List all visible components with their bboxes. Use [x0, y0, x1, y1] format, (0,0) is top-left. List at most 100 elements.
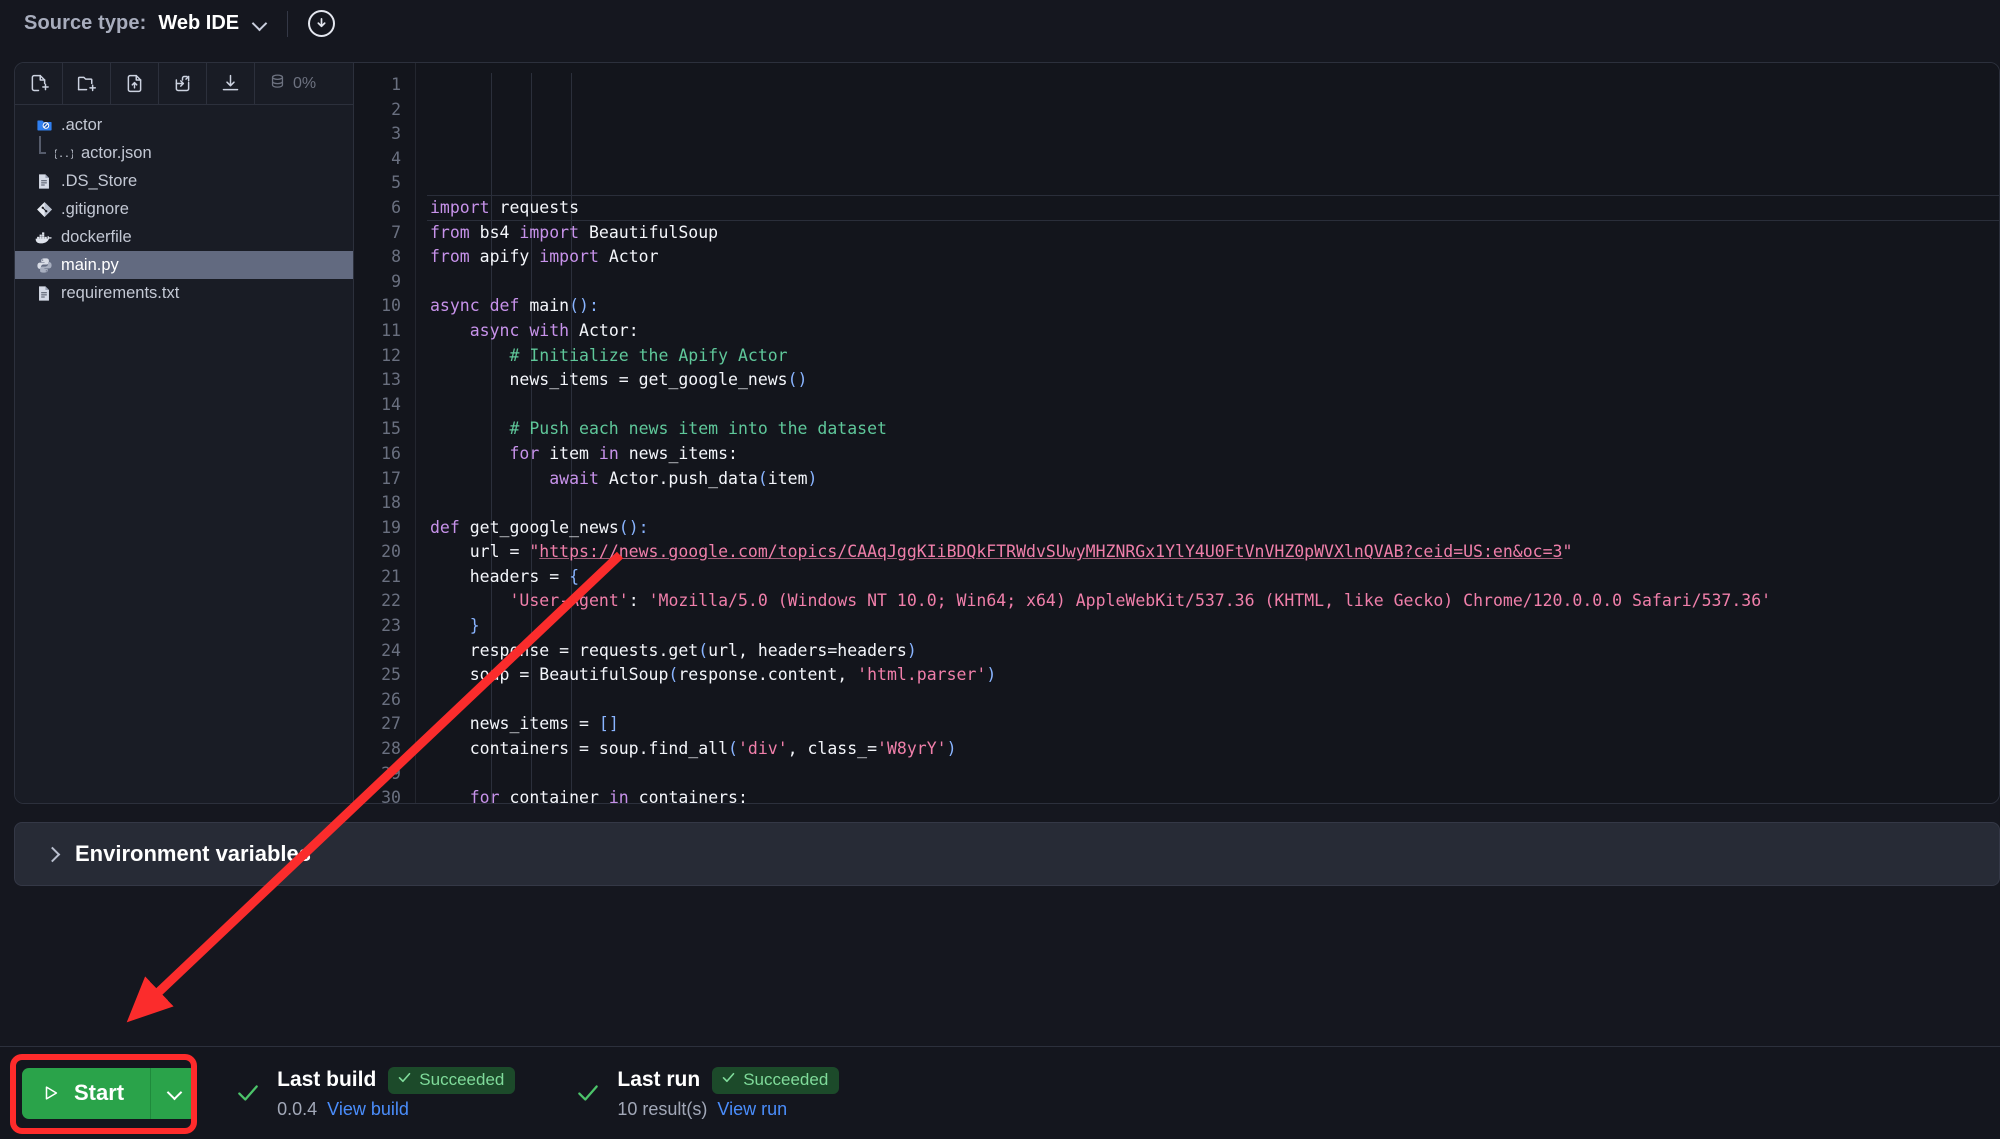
- line-number: 19: [381, 517, 401, 537]
- line-number: 24: [381, 640, 401, 660]
- view-build-link[interactable]: View build: [327, 1099, 409, 1120]
- code-content[interactable]: import requests from bs4 import Beautiful…: [416, 63, 1999, 803]
- code-token: (: [728, 739, 738, 759]
- start-options-button[interactable]: [151, 1067, 198, 1119]
- code-line[interactable]: from apify import Actor: [430, 245, 1999, 270]
- environment-variables-section[interactable]: Environment variables: [14, 822, 2000, 886]
- code-token: import: [519, 222, 580, 242]
- check-icon: [235, 1080, 261, 1106]
- file-tree-item-requirements-txt[interactable]: requirements.txt: [15, 279, 353, 307]
- code-line[interactable]: # Push each news item into the dataset: [430, 417, 1999, 442]
- start-button[interactable]: Start: [22, 1067, 152, 1119]
- code-token: 'Mozilla/5.0 (Windows NT 10.0; Win64; x6…: [648, 591, 1772, 611]
- code-token: https://news.google.com/topics/CAAqJggKI…: [539, 542, 1563, 562]
- code-line[interactable]: def get_google_news():: [430, 516, 1999, 541]
- line-number: 14: [381, 394, 401, 414]
- code-line[interactable]: [430, 688, 1999, 713]
- line-number: 20: [381, 542, 401, 562]
- code-line[interactable]: news_items = get_google_news(): [430, 368, 1999, 393]
- code-line[interactable]: [430, 491, 1999, 516]
- code-line[interactable]: from bs4 import BeautifulSoup: [430, 221, 1999, 246]
- line-number: 4: [391, 148, 401, 168]
- file-tree-item-ds-store[interactable]: .DS_Store: [15, 167, 353, 195]
- code-token: soup = BeautifulSoup: [430, 665, 669, 685]
- code-line[interactable]: containers = soup.find_all('div', class_…: [430, 737, 1999, 762]
- file-tree-item-main-py[interactable]: main.py: [15, 251, 353, 279]
- code-token: url =: [430, 542, 530, 562]
- code-token: :: [628, 591, 649, 611]
- file-tree-item-label: .actor: [61, 115, 103, 134]
- code-line[interactable]: await Actor.push_data(item): [430, 467, 1999, 492]
- download-all-button[interactable]: [207, 63, 255, 104]
- line-number: 1: [391, 75, 401, 94]
- chevron-down-icon[interactable]: [253, 17, 267, 31]
- line-number: 12: [381, 345, 401, 365]
- file-tree-item-label: main.py: [61, 255, 119, 274]
- source-type-value[interactable]: Web IDE: [158, 12, 239, 35]
- code-token: ): [807, 468, 818, 488]
- new-folder-button[interactable]: [63, 63, 111, 104]
- line-number: 30: [381, 788, 401, 803]
- code-line[interactable]: [430, 762, 1999, 787]
- python-icon: [35, 256, 53, 274]
- code-token: # Push each news item into the dataset: [430, 419, 887, 439]
- file-tree: .actor {..} actor.json .DS_Store: [15, 105, 353, 803]
- code-token: {: [569, 566, 580, 586]
- code-line[interactable]: for item in news_items:: [430, 442, 1999, 467]
- code-token: Actor: [598, 247, 659, 267]
- line-number: 21: [381, 566, 401, 586]
- code-line[interactable]: soup = BeautifulSoup(response.content, '…: [430, 663, 1999, 688]
- code-line[interactable]: }: [430, 614, 1999, 639]
- check-icon: [397, 1070, 412, 1090]
- code-line[interactable]: for container in containers:: [430, 786, 1999, 803]
- code-token: import: [539, 247, 599, 267]
- code-token: response = requests.get: [430, 640, 699, 660]
- code-line[interactable]: url = "https://news.google.com/topics/CA…: [430, 540, 1999, 565]
- code-line[interactable]: news_items = []: [430, 712, 1999, 737]
- code-token: (: [757, 468, 768, 488]
- upload-file-button[interactable]: [111, 63, 159, 104]
- code-token: containers = soup.find_all: [430, 739, 729, 759]
- line-number: 27: [381, 714, 401, 734]
- file-tree-item-dockerfile[interactable]: dockerfile: [15, 223, 353, 251]
- source-type-label: Source type:: [24, 12, 147, 34]
- code-token: container: [499, 788, 609, 803]
- code-line[interactable]: headers = {: [430, 565, 1999, 590]
- move-file-button[interactable]: [159, 63, 207, 104]
- download-circle-icon[interactable]: [308, 10, 336, 37]
- new-file-button[interactable]: [15, 63, 63, 104]
- file-tree-item-label: actor.json: [81, 143, 152, 162]
- line-number-gutter: 1 2 3 4 5 6 7 8 9 10 11 12 13 14 15 16 17 18 19 20 21 22 23 24 2…: [354, 63, 416, 803]
- line-number: 25: [381, 665, 401, 685]
- code-editor[interactable]: 1 2 3 4 5 6 7 8 9 10 11 12 13 14 15 16 17 18 19 20 21 22 23 24 2…: [354, 63, 1999, 803]
- chevron-right-icon[interactable]: [45, 847, 59, 861]
- code-token: (: [668, 665, 679, 685]
- code-line[interactable]: [430, 270, 1999, 295]
- code-line[interactable]: import requests: [427, 194, 1999, 221]
- code-line[interactable]: [430, 393, 1999, 418]
- file-tree-item-actor-folder[interactable]: .actor: [15, 111, 353, 139]
- chevron-down-icon: [168, 1086, 182, 1100]
- code-line[interactable]: async with Actor:: [430, 319, 1999, 344]
- line-number: 9: [391, 271, 401, 291]
- code-line[interactable]: 'User-Agent': 'Mozilla/5.0 (Windows NT 1…: [430, 589, 1999, 614]
- view-run-link[interactable]: View run: [717, 1099, 787, 1120]
- line-number: 5: [391, 173, 401, 193]
- file-tree-item-gitignore[interactable]: .gitignore: [15, 195, 353, 223]
- code-line[interactable]: async def main():: [430, 294, 1999, 319]
- code-line[interactable]: # Initialize the Apify Actor: [430, 344, 1999, 369]
- code-token: for: [509, 443, 540, 463]
- last-build-version: 0.0.4: [277, 1098, 318, 1119]
- last-run-title: Last run: [617, 1068, 701, 1091]
- file-tree-item-actor-json[interactable]: {..} actor.json: [15, 136, 353, 167]
- code-line[interactable]: response = requests.get(url, headers=hea…: [430, 639, 1999, 664]
- line-number: 13: [381, 370, 401, 390]
- storage-quota-value: 0%: [293, 74, 317, 92]
- code-token: news_items = get_google_news: [430, 370, 788, 390]
- code-token: ": [529, 542, 540, 562]
- code-token: requests: [489, 197, 580, 217]
- code-token: 'W8yrY': [877, 739, 947, 759]
